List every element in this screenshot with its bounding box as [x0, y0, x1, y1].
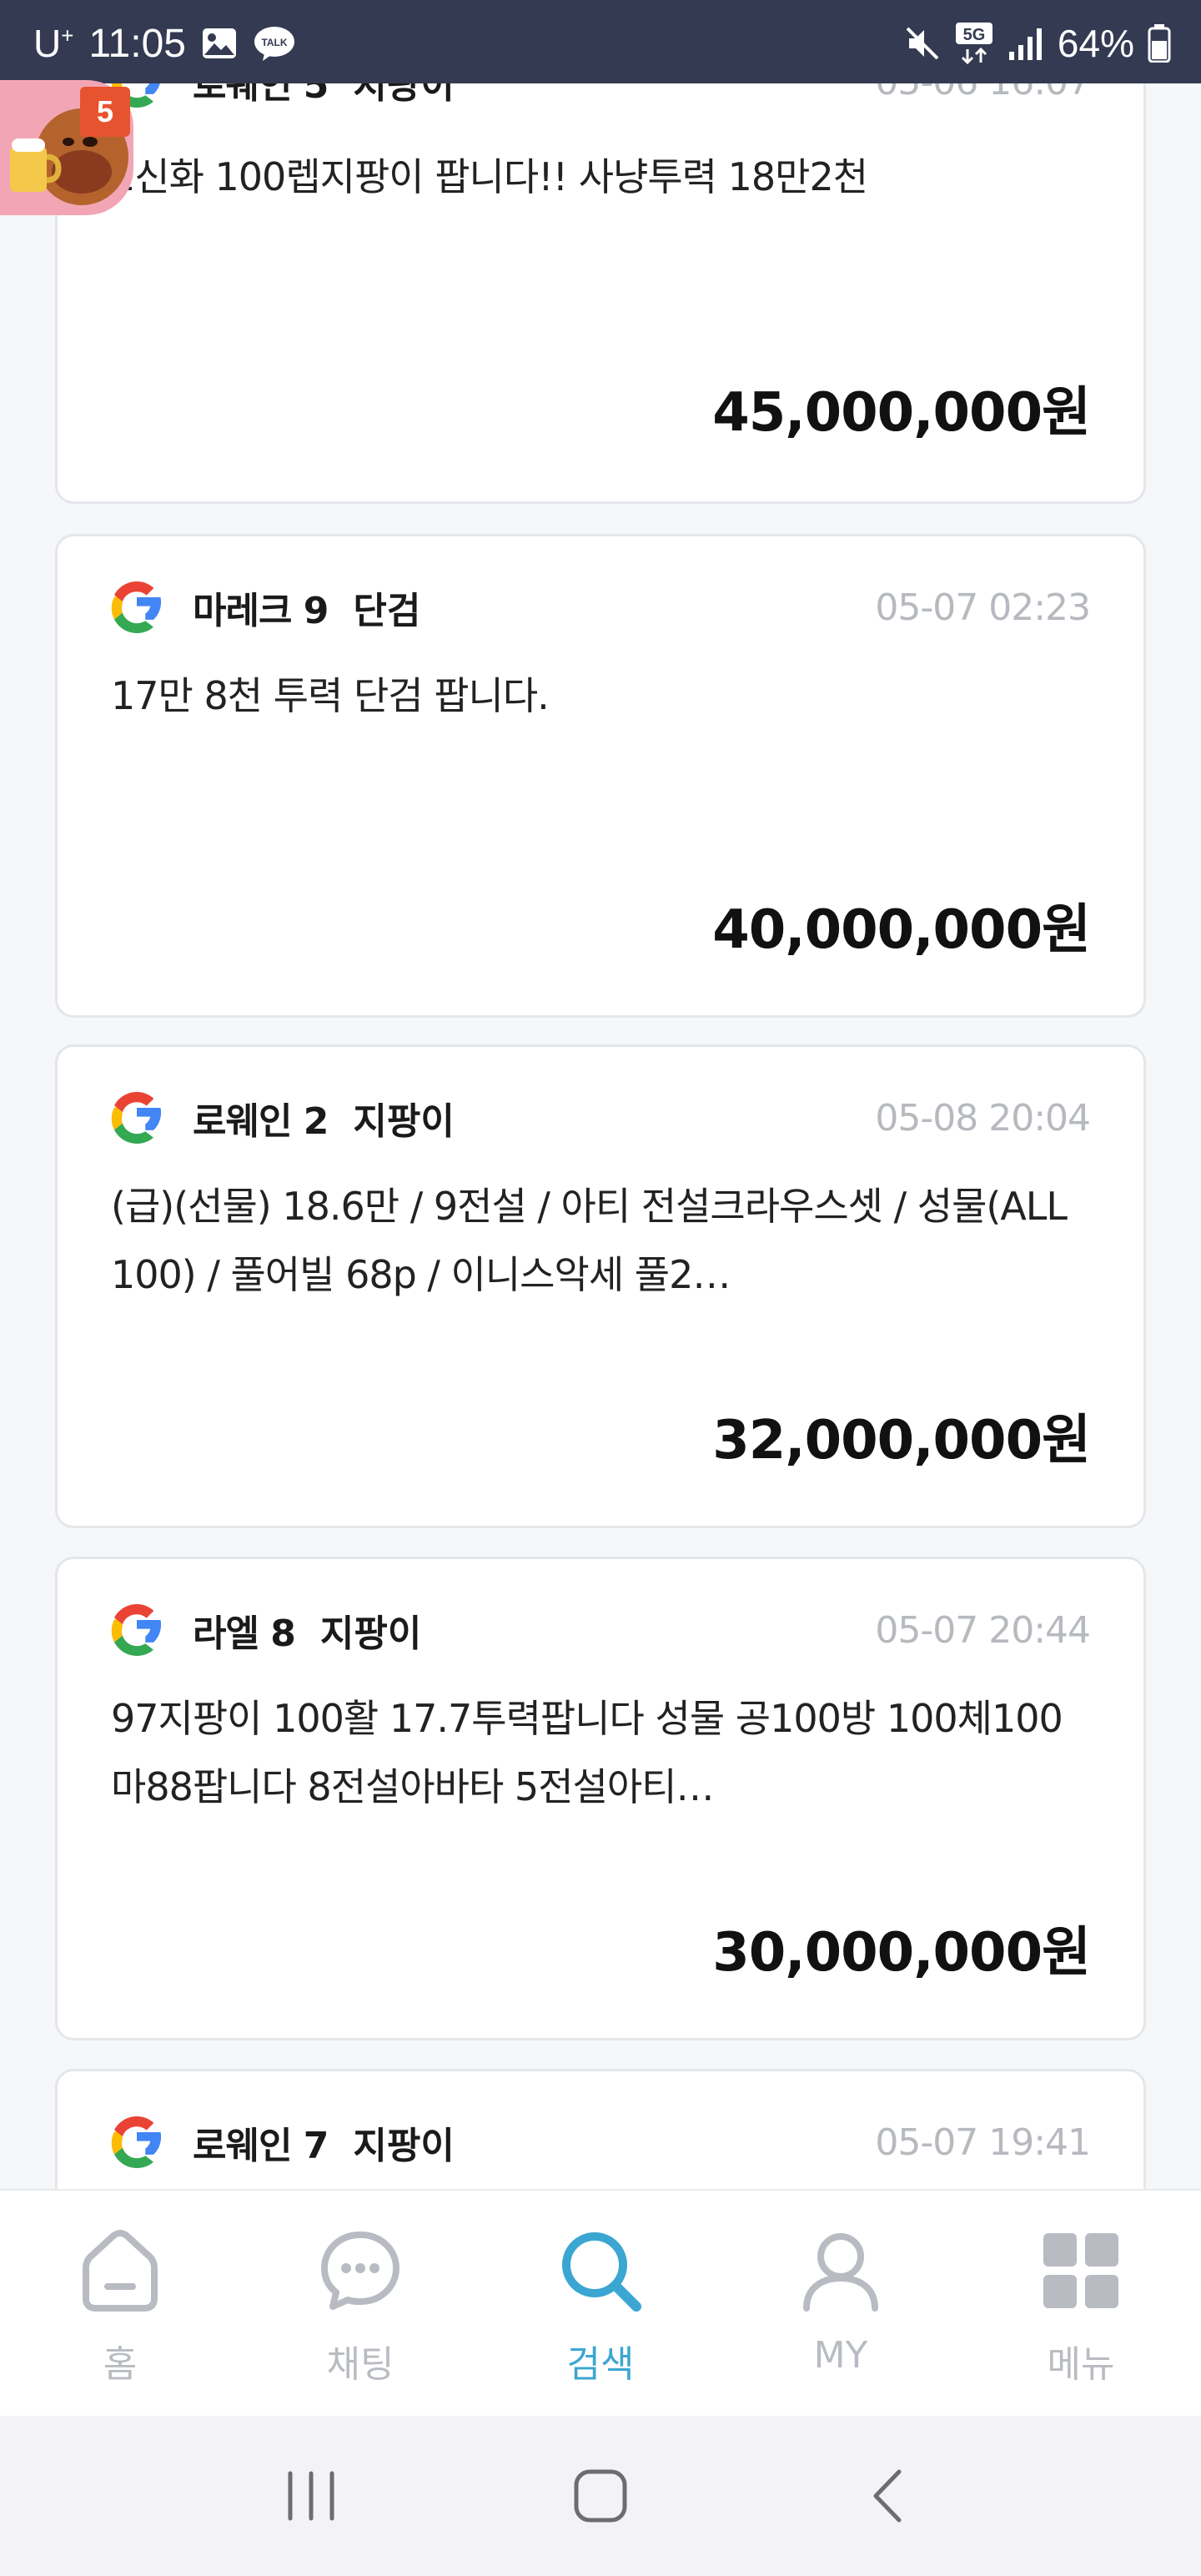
system-nav-bar — [0, 2416, 1201, 2576]
nav-search[interactable]: 검색 — [480, 2191, 721, 2416]
google-icon — [111, 581, 163, 633]
nav-my-label: MY — [813, 2334, 868, 2377]
listing-title: 17만 8천 투력 단검 팝니다. — [111, 673, 550, 718]
listing-card[interactable]: 마레크 9 단검 05-07 02:23 17만 8천 투력 단검 팝니다. 4… — [55, 534, 1146, 1018]
listing-date: 05-07 20:44 — [875, 1608, 1091, 1652]
listing-price: 32,000,000원 — [712, 1410, 1091, 1472]
kakaotalk-icon: TALK — [253, 25, 296, 62]
battery-percent: 64% — [1057, 22, 1134, 65]
listing-header: 라엘 8 지팡이 05-07 20:44 — [111, 1601, 1091, 1659]
server-name: 라엘 8 — [193, 1613, 296, 1655]
back-chevron-icon — [873, 2469, 902, 2523]
gallery-icon — [201, 27, 238, 60]
status-bar: U+ 11:05 TALK 5G 64% — [0, 0, 1201, 83]
server-name: 마레크 9 — [193, 590, 329, 632]
listing-header: 로웨인 2 지팡이 05-08 20:04 — [111, 1089, 1091, 1147]
menu-grid-icon — [1043, 2233, 1118, 2308]
search-icon — [562, 2232, 641, 2312]
nav-chat[interactable]: 채팅 — [240, 2191, 480, 2416]
listing-date: 05-07 19:41 — [875, 2121, 1091, 2164]
home-button[interactable] — [550, 2454, 651, 2538]
home-square-icon — [574, 2469, 627, 2523]
notification-badge: 5 — [80, 87, 130, 137]
battery-icon — [1148, 24, 1171, 63]
listing-date: 05-07 02:23 — [875, 586, 1091, 629]
server-name: 로웨인 7 — [193, 2125, 329, 2167]
nav-chat-label: 채팅 — [326, 2343, 394, 2386]
5g-icon: 5G — [954, 21, 994, 66]
google-icon — [111, 1092, 163, 1144]
listing-title: (급)(선물) 18.6만 / 9전설 / 아티 전설크라우스셋 / 성물(AL… — [111, 1184, 1068, 1297]
listing-price: 40,000,000원 — [712, 899, 1091, 961]
server-name: 로웨인 2 — [193, 1100, 329, 1143]
svg-text:5G: 5G — [963, 26, 986, 44]
listing-date: 05-08 20:04 — [875, 1096, 1091, 1140]
nav-menu[interactable]: 메뉴 — [961, 2191, 1201, 2416]
clock: 11:05 — [88, 21, 186, 66]
nav-menu-label: 메뉴 — [1047, 2343, 1115, 2386]
profile-icon — [803, 2233, 878, 2312]
listing-title: 1신화 100렙지팡이 팝니다!! 사냥투력 18만2천 — [111, 154, 868, 199]
nav-home-label: 홈 — [103, 2343, 138, 2386]
listing-header: 마레크 9 단검 05-07 02:23 — [111, 578, 1091, 636]
recent-apps-button[interactable] — [261, 2454, 361, 2538]
recent-apps-icon — [288, 2471, 334, 2521]
nav-search-label: 검색 — [566, 2343, 635, 2386]
listing-title: 97지팡이 100활 17.7투력팝니다 성물 공100방 100체100마88… — [111, 1696, 1063, 1809]
item-category: 단검 — [353, 590, 421, 632]
item-category: 지팡이 — [353, 2125, 455, 2167]
signal-icon — [1008, 25, 1044, 62]
listing-header: 로웨인 7 지팡이 05-07 19:41 — [111, 2113, 1091, 2171]
listing-price: 30,000,000원 — [712, 1922, 1091, 1984]
svg-text:TALK: TALK — [261, 37, 287, 48]
google-icon — [111, 2116, 163, 2168]
listing-price: 45,000,000원 — [712, 382, 1091, 444]
listing-card[interactable]: 라엘 8 지팡이 05-07 20:44 97지팡이 100활 17.7투력팝니… — [55, 1557, 1146, 2040]
back-button[interactable] — [840, 2454, 940, 2538]
item-category: 지팡이 — [353, 1100, 455, 1143]
google-icon — [111, 1604, 163, 1656]
chat-icon — [321, 2231, 399, 2310]
bottom-nav: 홈 채팅 검색 MY 메뉴 — [0, 2189, 1201, 2416]
home-icon — [83, 2230, 158, 2312]
nav-my[interactable]: MY — [721, 2191, 961, 2416]
nav-home[interactable]: 홈 — [0, 2191, 240, 2416]
mute-icon — [904, 25, 941, 62]
carrier-label: U+ — [33, 22, 74, 65]
item-category: 지팡이 — [319, 1613, 422, 1655]
listing-card[interactable]: 로웨인 2 지팡이 05-08 20:04 (급)(선물) 18.6만 / 9전… — [55, 1044, 1146, 1528]
floating-chat-bubble[interactable]: 5 — [0, 80, 133, 215]
